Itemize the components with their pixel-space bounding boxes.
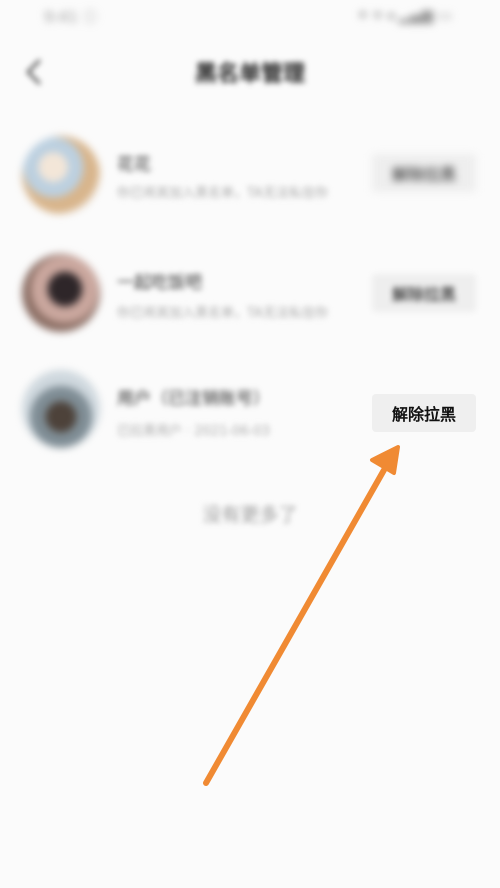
- blocked-user-row: 用户（已注销账号） 已拉黑用户 · 2021-06-03 解除拉黑: [0, 354, 500, 464]
- user-name: 用户（已注销账号）: [117, 389, 270, 409]
- no-more-text: 没有更多了: [202, 504, 298, 526]
- unblock-button[interactable]: 解除拉黑: [372, 394, 476, 432]
- user-name: 一起吃饭吧: [117, 273, 202, 293]
- user-name: 花花: [117, 155, 151, 175]
- status-time: 9:41 ⓘ: [44, 8, 98, 26]
- status-bar: 9:41 ⓘ ✦ ▾ ◂ ▂▄▆ ▭: [0, 0, 500, 34]
- blacklist-screen: 9:41 ⓘ ✦ ▾ ◂ ▂▄▆ ▭ 黑名单管理 花花 你已将其加入黑名单，TA…: [0, 0, 500, 888]
- nav-bar: 黑名单管理: [0, 44, 500, 100]
- avatar[interactable]: [22, 370, 100, 448]
- blocked-user-row: 一起吃饭吧 你已将其加入黑名单，TA无法私信你 解除拉黑: [0, 238, 500, 348]
- unblock-button[interactable]: 解除拉黑: [372, 154, 476, 192]
- user-subtitle: 你已将其加入黑名单，TA无法私信你: [117, 186, 328, 201]
- page-title: 黑名单管理: [194, 62, 305, 87]
- user-subtitle: 已拉黑用户 · 2021-06-03: [117, 424, 270, 439]
- unblock-button[interactable]: 解除拉黑: [372, 274, 476, 312]
- status-icons: ✦ ▾ ◂ ▂▄▆ ▭: [356, 6, 452, 24]
- user-subtitle: 你已将其加入黑名单，TA无法私信你: [117, 306, 328, 321]
- avatar[interactable]: [22, 254, 100, 332]
- blocked-user-row: 花花 你已将其加入黑名单，TA无法私信你 解除拉黑: [0, 120, 500, 230]
- avatar[interactable]: [22, 136, 100, 214]
